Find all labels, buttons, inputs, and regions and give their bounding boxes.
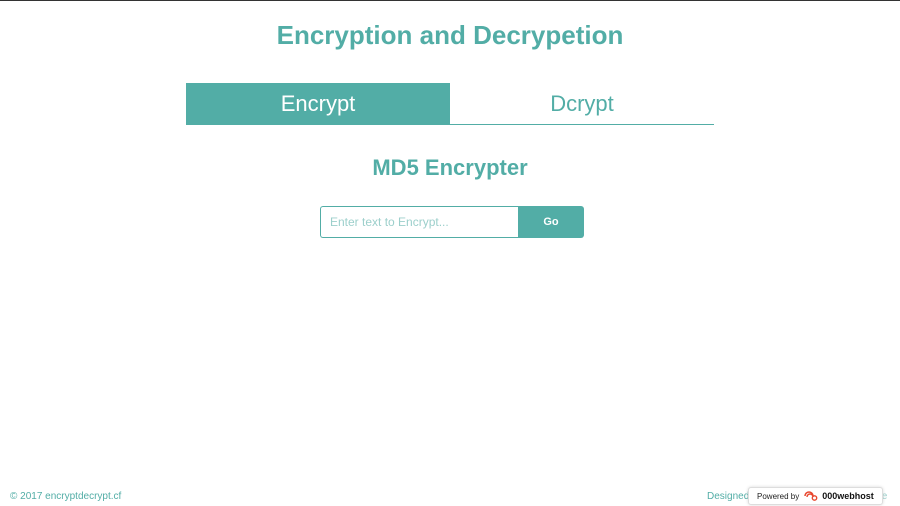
000webhost-logo-icon	[803, 490, 819, 502]
section-title: MD5 Encrypter	[372, 155, 528, 180]
powered-by-badge[interactable]: Powered by 000webhost	[748, 487, 883, 505]
go-button[interactable]: Go	[518, 206, 584, 238]
powered-by-label: Powered by	[757, 491, 800, 501]
page-title: Encryption and Decrypetion	[276, 20, 624, 50]
top-border	[0, 0, 900, 1]
tab-dcrypt[interactable]: Dcrypt	[450, 83, 714, 124]
encrypt-form: Go	[320, 206, 584, 238]
footer-copyright: © 2017 encryptdecrypt.cf	[10, 491, 122, 502]
tab-bar: Encrypt Dcrypt	[186, 83, 714, 125]
badge-brand: 000webhost	[822, 491, 874, 501]
tab-encrypt[interactable]: Encrypt	[186, 83, 450, 124]
encrypt-text-input[interactable]	[320, 206, 518, 238]
